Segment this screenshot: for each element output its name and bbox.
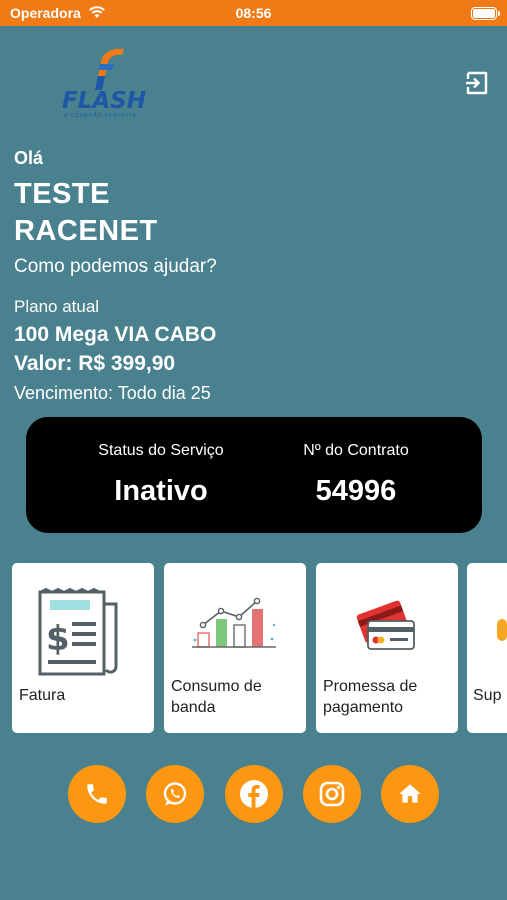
flash-logo: FLASH A CONEXÃO PERFEITA: [62, 46, 157, 120]
help-text: Como podemos ajudar?: [14, 256, 217, 277]
battery-icon: [471, 7, 500, 20]
logo-text: FLASH: [62, 88, 146, 114]
greeting: Olá: [14, 148, 44, 168]
tile-consumo-de-banda[interactable]: Consumo de banda: [164, 563, 306, 733]
phone-icon: [87, 784, 107, 804]
logo-tagline: A CONEXÃO PERFEITA: [64, 113, 137, 119]
tile-consumo-label-line2: banda: [171, 699, 216, 716]
service-status-value: Inativo: [114, 475, 208, 507]
phone-button[interactable]: [68, 765, 126, 823]
instagram-button[interactable]: [303, 765, 361, 823]
tile-consumo-label: Consumo de banda: [171, 676, 262, 718]
tile-suporte[interactable]: Sup: [467, 563, 507, 733]
facebook-button[interactable]: [225, 765, 283, 823]
plan-due-date: Vencimento: Todo dia 25: [14, 383, 211, 403]
svg-text:$: $: [46, 619, 70, 659]
home-button[interactable]: [381, 765, 439, 823]
tile-promessa-label-line1: Promessa de: [323, 678, 418, 695]
contract-number-value: 54996: [315, 475, 397, 507]
whatsapp-button[interactable]: [146, 765, 204, 823]
tile-consumo-label-line1: Consumo de: [171, 678, 262, 695]
contract-number: Nº do Contrato 54996: [256, 417, 456, 533]
logout-button[interactable]: [464, 70, 490, 96]
instagram-icon: [319, 781, 345, 807]
user-name-line1: TESTE: [14, 178, 110, 210]
logout-icon: [466, 71, 488, 95]
user-name: TESTE RACENET: [14, 176, 158, 250]
bandwidth-chart-icon: [192, 597, 276, 648]
service-status-label: Status do Serviço: [98, 442, 224, 459]
tile-fatura-label: Fatura: [19, 687, 66, 704]
plan-name: 100 Mega VIA CABO: [14, 323, 217, 346]
tile-promessa-label: Promessa de pagamento: [323, 676, 417, 718]
whatsapp-icon: [163, 782, 187, 806]
contract-number-label: Nº do Contrato: [303, 442, 409, 459]
status-bar: Operadora 08:56: [0, 0, 507, 26]
tile-promessa-de-pagamento[interactable]: Promessa de pagamento: [316, 563, 458, 733]
facebook-icon: [240, 780, 268, 808]
home-icon: [399, 784, 421, 803]
service-status: Status do Serviço Inativo: [66, 417, 256, 533]
tile-suporte-label: Sup: [473, 687, 502, 704]
tile-promessa-label-line2: pagamento: [323, 699, 404, 716]
credit-card-icon: [356, 600, 415, 650]
tile-fatura[interactable]: $ Fatura: [12, 563, 154, 733]
invoice-icon: $: [38, 588, 118, 676]
support-icon: [497, 619, 507, 641]
service-status-card: Status do Serviço Inativo Nº do Contrato…: [26, 417, 482, 533]
plan-label: Plano atual: [14, 297, 100, 316]
user-name-line2: RACENET: [14, 215, 158, 247]
plan-value: Valor: R$ 399,90: [14, 352, 176, 375]
clock: 08:56: [235, 5, 272, 21]
